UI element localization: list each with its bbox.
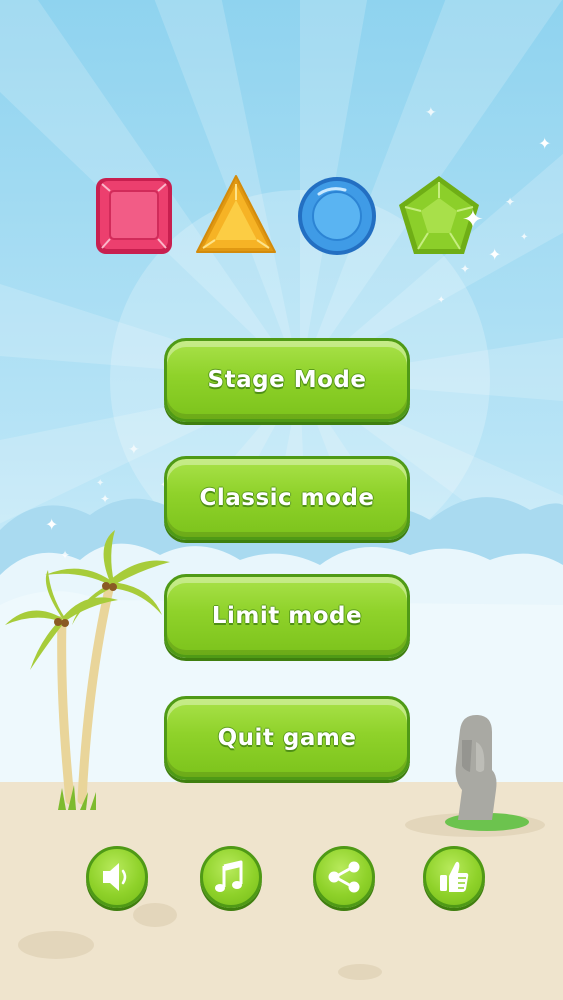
- blue-circle-gem: [298, 177, 376, 255]
- like-button[interactable]: [423, 846, 485, 908]
- classic-mode-button[interactable]: Classic mode: [164, 456, 410, 540]
- sparkle-icon: ✦: [488, 245, 502, 264]
- quit-game-label: Quit game: [217, 725, 357, 751]
- red-square-gem: [96, 178, 172, 254]
- quit-game-button[interactable]: Quit game: [164, 696, 410, 780]
- music-note-icon: [215, 860, 243, 892]
- sparkle-icon: ✦: [425, 105, 437, 121]
- sparkle-icon: ✦: [60, 548, 71, 562]
- limit-mode-button[interactable]: Limit mode: [164, 574, 410, 658]
- share-icon: [328, 861, 360, 893]
- sparkle-icon: ✦: [462, 205, 484, 235]
- sparkle-icon: ✦: [128, 442, 140, 458]
- sparkle-icon: ✦: [460, 262, 471, 276]
- share-button[interactable]: [313, 846, 375, 908]
- thumbs-up-icon: [440, 861, 469, 892]
- sparkle-icon: ✦: [437, 295, 446, 306]
- music-button[interactable]: [200, 846, 262, 908]
- sparkle-icon: ✦: [538, 134, 552, 153]
- sparkle-icon: ✦: [520, 232, 529, 243]
- game-scene: ✦ ✦ ✦ ✦ ✦ ✦ ✦ ✦ ✦ ✦ ✦ ✦ ✦ ✦ ✦ Stage Mode…: [0, 0, 563, 1000]
- limit-mode-label: Limit mode: [211, 603, 363, 629]
- stage-mode-label: Stage Mode: [207, 367, 367, 393]
- sparkle-icon: ✦: [96, 478, 105, 489]
- speaker-icon: [103, 863, 127, 891]
- classic-mode-label: Classic mode: [199, 485, 375, 511]
- stage-mode-button[interactable]: Stage Mode: [164, 338, 410, 422]
- sparkle-icon: ✦: [100, 492, 111, 506]
- sparkle-icon: ✦: [45, 515, 59, 534]
- palm-trees: [5, 530, 170, 810]
- sound-button[interactable]: [86, 846, 148, 908]
- yellow-triangle-gem: [196, 175, 276, 253]
- moai-statue: [445, 714, 529, 831]
- sparkle-icon: ✦: [505, 195, 516, 209]
